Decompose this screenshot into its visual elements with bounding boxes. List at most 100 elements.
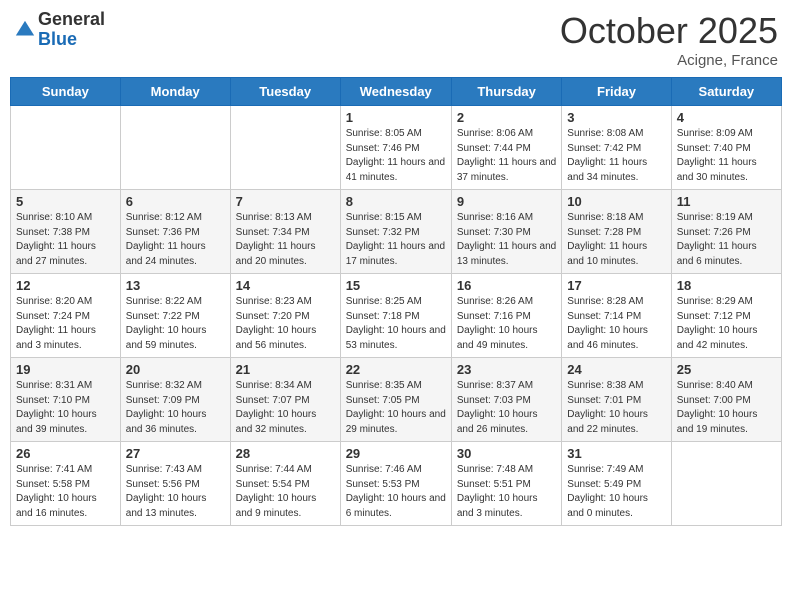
day-number: 24 (567, 362, 665, 377)
day-info: Sunrise: 8:40 AM Sunset: 7:00 PM Dayligh… (677, 379, 776, 437)
day-number: 27 (126, 446, 225, 461)
day-number: 31 (567, 446, 665, 461)
day-info: Sunrise: 8:26 AM Sunset: 7:16 PM Dayligh… (457, 295, 556, 353)
day-info: Sunrise: 8:34 AM Sunset: 7:07 PM Dayligh… (236, 379, 335, 437)
day-info: Sunrise: 8:16 AM Sunset: 7:30 PM Dayligh… (457, 211, 556, 269)
calendar-day-cell: 28Sunrise: 7:44 AM Sunset: 5:54 PM Dayli… (230, 442, 340, 526)
day-info: Sunrise: 7:48 AM Sunset: 5:51 PM Dayligh… (457, 463, 556, 521)
day-info: Sunrise: 8:10 AM Sunset: 7:38 PM Dayligh… (16, 211, 115, 269)
calendar-day-cell: 4Sunrise: 8:09 AM Sunset: 7:40 PM Daylig… (671, 106, 781, 190)
day-number: 10 (567, 194, 665, 209)
calendar-day-cell: 19 Sunrise: 8:31 AM Sunset: 7:10 PM Dayli… (11, 358, 121, 442)
day-number: 9 (457, 194, 556, 209)
day-info: Sunrise: 8:35 AM Sunset: 7:05 PM Dayligh… (346, 379, 446, 437)
day-number: 8 (346, 194, 446, 209)
day-info: Sunrise: 8:19 AM Sunset: 7:26 PM Dayligh… (677, 211, 776, 269)
day-number: 12 (16, 278, 115, 293)
month-title: October 2025 (560, 10, 778, 52)
calendar-header-row: SundayMondayTuesdayWednesdayThursdayFrid… (11, 78, 782, 106)
day-number: 1 (346, 110, 446, 125)
page-header: General Blue October 2025 Acigne, France (10, 10, 782, 69)
calendar-header-tuesday: Tuesday (230, 78, 340, 106)
calendar-day-cell: 23 Sunrise: 8:37 AM Sunset: 7:03 PM Dayli… (451, 358, 561, 442)
logo: General Blue (14, 10, 105, 50)
day-info: Sunrise: 8:22 AM Sunset: 7:22 PM Dayligh… (126, 295, 225, 353)
calendar-day-cell: 25Sunrise: 8:40 AM Sunset: 7:00 PM Dayli… (671, 358, 781, 442)
day-number: 29 (346, 446, 446, 461)
calendar-day-cell: 9 Sunrise: 8:16 AM Sunset: 7:30 PM Daylig… (451, 190, 561, 274)
day-info: Sunrise: 8:31 AM Sunset: 7:10 PM Dayligh… (16, 379, 115, 437)
calendar-day-cell: 27Sunrise: 7:43 AM Sunset: 5:56 PM Dayli… (120, 442, 230, 526)
calendar-week-row: 5 Sunrise: 8:10 AM Sunset: 7:38 PM Daylig… (11, 190, 782, 274)
day-number: 14 (236, 278, 335, 293)
day-number: 15 (346, 278, 446, 293)
calendar-header-sunday: Sunday (11, 78, 121, 106)
day-info: Sunrise: 8:20 AM Sunset: 7:24 PM Dayligh… (16, 295, 115, 353)
calendar-day-cell: 24 Sunrise: 8:38 AM Sunset: 7:01 PM Dayli… (562, 358, 671, 442)
day-info: Sunrise: 8:05 AM Sunset: 7:46 PM Dayligh… (346, 127, 446, 185)
calendar-table: SundayMondayTuesdayWednesdayThursdayFrid… (10, 77, 782, 526)
calendar-day-cell: 10Sunrise: 8:18 AM Sunset: 7:28 PM Dayli… (562, 190, 671, 274)
logo-blue-text: Blue (38, 30, 105, 50)
calendar-day-cell: 31 Sunrise: 7:49 AM Sunset: 5:49 PM Dayli… (562, 442, 671, 526)
day-info: Sunrise: 8:15 AM Sunset: 7:32 PM Dayligh… (346, 211, 446, 269)
day-number: 11 (677, 194, 776, 209)
calendar-day-cell: 16 Sunrise: 8:26 AM Sunset: 7:16 PM Dayli… (451, 274, 561, 358)
calendar-header-wednesday: Wednesday (340, 78, 451, 106)
calendar-day-cell: 30 Sunrise: 7:48 AM Sunset: 5:51 PM Dayli… (451, 442, 561, 526)
day-info: Sunrise: 8:06 AM Sunset: 7:44 PM Dayligh… (457, 127, 556, 185)
calendar-week-row: 1 Sunrise: 8:05 AM Sunset: 7:46 PM Daylig… (11, 106, 782, 190)
day-info: Sunrise: 8:28 AM Sunset: 7:14 PM Dayligh… (567, 295, 665, 353)
calendar-day-cell: 7 Sunrise: 8:13 AM Sunset: 7:34 PM Daylig… (230, 190, 340, 274)
location-title: Acigne, France (560, 52, 778, 69)
logo-icon (14, 19, 36, 41)
day-number: 4 (677, 110, 776, 125)
day-number: 6 (126, 194, 225, 209)
day-number: 16 (457, 278, 556, 293)
day-number: 3 (567, 110, 665, 125)
day-info: Sunrise: 7:44 AM Sunset: 5:54 PM Dayligh… (236, 463, 335, 521)
calendar-week-row: 12 Sunrise: 8:20 AM Sunset: 7:24 PM Dayli… (11, 274, 782, 358)
day-number: 7 (236, 194, 335, 209)
calendar-day-cell: 13 Sunrise: 8:22 AM Sunset: 7:22 PM Dayli… (120, 274, 230, 358)
day-info: Sunrise: 7:49 AM Sunset: 5:49 PM Dayligh… (567, 463, 665, 521)
day-number: 5 (16, 194, 115, 209)
calendar-header-thursday: Thursday (451, 78, 561, 106)
calendar-day-cell: 1 Sunrise: 8:05 AM Sunset: 7:46 PM Daylig… (340, 106, 451, 190)
calendar-day-cell: 8 Sunrise: 8:15 AM Sunset: 7:32 PM Daylig… (340, 190, 451, 274)
calendar-header-friday: Friday (562, 78, 671, 106)
calendar-header-saturday: Saturday (671, 78, 781, 106)
day-number: 23 (457, 362, 556, 377)
day-number: 13 (126, 278, 225, 293)
day-info: Sunrise: 8:29 AM Sunset: 7:12 PM Dayligh… (677, 295, 776, 353)
day-number: 30 (457, 446, 556, 461)
day-info: Sunrise: 8:23 AM Sunset: 7:20 PM Dayligh… (236, 295, 335, 353)
day-info: Sunrise: 8:13 AM Sunset: 7:34 PM Dayligh… (236, 211, 335, 269)
calendar-day-cell: 11 Sunrise: 8:19 AM Sunset: 7:26 PM Dayli… (671, 190, 781, 274)
day-info: Sunrise: 7:41 AM Sunset: 5:58 PM Dayligh… (16, 463, 115, 521)
calendar-day-cell: 17Sunrise: 8:28 AM Sunset: 7:14 PM Dayli… (562, 274, 671, 358)
calendar-day-cell: 12 Sunrise: 8:20 AM Sunset: 7:24 PM Dayli… (11, 274, 121, 358)
calendar-day-cell: 14 Sunrise: 8:23 AM Sunset: 7:20 PM Dayli… (230, 274, 340, 358)
calendar-day-cell: 20 Sunrise: 8:32 AM Sunset: 7:09 PM Dayli… (120, 358, 230, 442)
calendar-day-cell: 2 Sunrise: 8:06 AM Sunset: 7:44 PM Daylig… (451, 106, 561, 190)
calendar-header-monday: Monday (120, 78, 230, 106)
day-info: Sunrise: 8:08 AM Sunset: 7:42 PM Dayligh… (567, 127, 665, 185)
day-info: Sunrise: 8:25 AM Sunset: 7:18 PM Dayligh… (346, 295, 446, 353)
day-info: Sunrise: 8:32 AM Sunset: 7:09 PM Dayligh… (126, 379, 225, 437)
calendar-day-cell (671, 442, 781, 526)
calendar-day-cell: 21Sunrise: 8:34 AM Sunset: 7:07 PM Dayli… (230, 358, 340, 442)
calendar-day-cell: 26Sunrise: 7:41 AM Sunset: 5:58 PM Dayli… (11, 442, 121, 526)
day-info: Sunrise: 8:38 AM Sunset: 7:01 PM Dayligh… (567, 379, 665, 437)
calendar-day-cell: 18 Sunrise: 8:29 AM Sunset: 7:12 PM Dayli… (671, 274, 781, 358)
day-number: 18 (677, 278, 776, 293)
day-number: 2 (457, 110, 556, 125)
calendar-day-cell (11, 106, 121, 190)
calendar-day-cell: 5 Sunrise: 8:10 AM Sunset: 7:38 PM Daylig… (11, 190, 121, 274)
title-block: October 2025 Acigne, France (560, 10, 778, 69)
day-number: 19 (16, 362, 115, 377)
day-number: 20 (126, 362, 225, 377)
calendar-week-row: 26Sunrise: 7:41 AM Sunset: 5:58 PM Dayli… (11, 442, 782, 526)
calendar-day-cell (120, 106, 230, 190)
day-info: Sunrise: 8:37 AM Sunset: 7:03 PM Dayligh… (457, 379, 556, 437)
